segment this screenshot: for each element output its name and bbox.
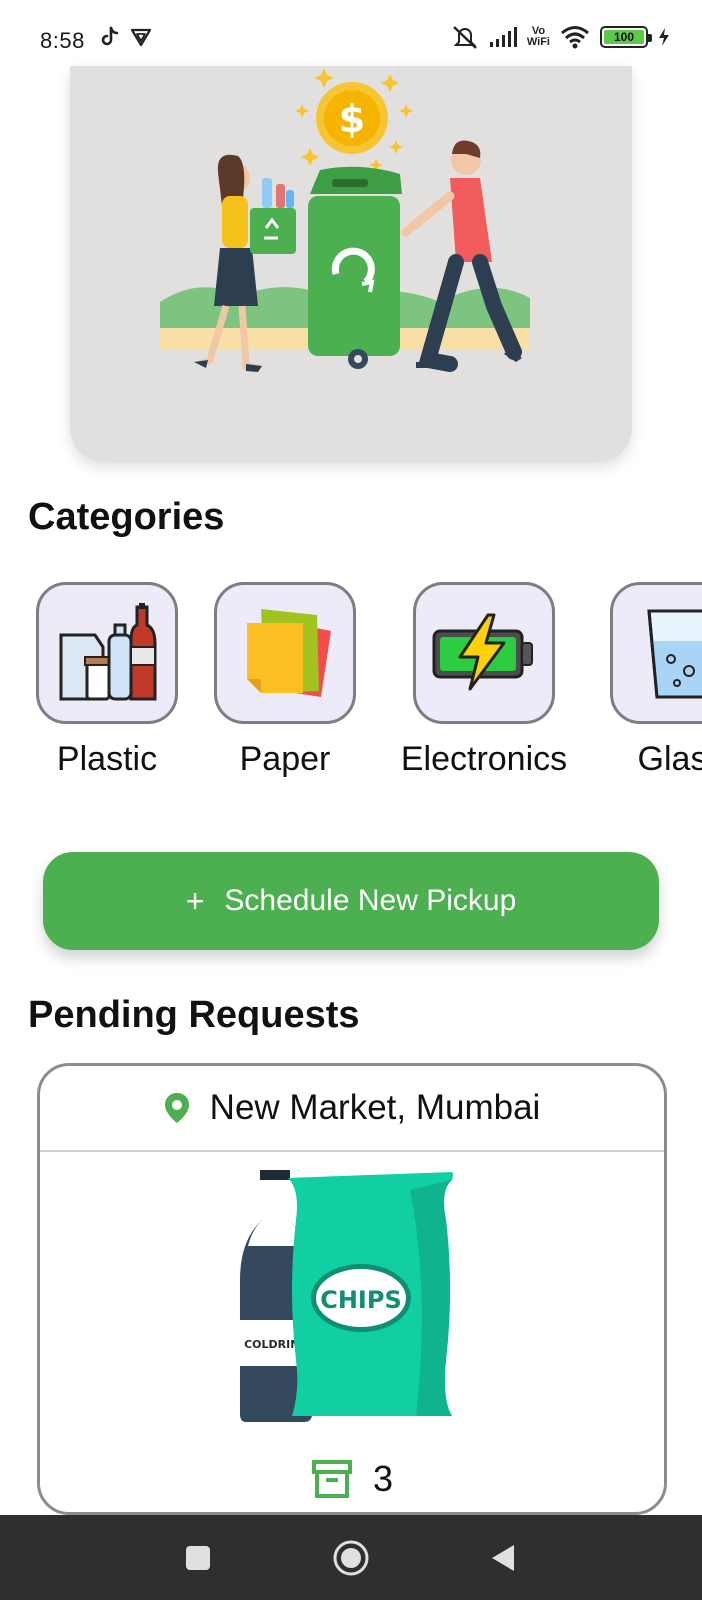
vowifi-label: Vo WiFi (526, 25, 550, 48)
vpn-shield-icon (130, 28, 152, 47)
system-nav-bar (0, 1515, 702, 1600)
tiktok-icon (101, 26, 119, 46)
signal-icon (489, 27, 517, 47)
back-triangle-icon (492, 1544, 514, 1571)
battery-charging-icon (432, 613, 533, 691)
chips-label: CHIPS (320, 1286, 402, 1314)
square-icon (186, 1545, 210, 1570)
mute-icon (453, 26, 477, 49)
schedule-pickup-button[interactable]: + Schedule New Pickup (43, 852, 659, 950)
category-tile[interactable] (36, 582, 178, 724)
recents-button[interactable] (158, 1515, 238, 1600)
status-bar: 8:58 Vo WiFi 100 (0, 0, 702, 72)
water-glass-icon (647, 609, 702, 699)
status-left-icons (100, 26, 152, 48)
waste-items-image: COLDRINK CHIPS (240, 1170, 453, 1422)
category-plastic[interactable]: Plastic (36, 582, 178, 779)
svg-text:$: $ (339, 97, 365, 141)
categories-title: Categories (28, 496, 225, 538)
category-tile[interactable] (610, 582, 702, 724)
card-header: New Market, Mumbai (40, 1066, 664, 1152)
back-button[interactable] (462, 1515, 542, 1600)
category-label: Paper (239, 740, 331, 778)
category-label: Electronics (400, 740, 568, 778)
item-count: 3 (40, 1458, 664, 1500)
battery-level: 100 (604, 30, 644, 44)
category-electronics[interactable]: Electronics (394, 582, 574, 779)
pending-requests-title: Pending Requests (28, 994, 360, 1036)
category-label: Glass (637, 740, 702, 778)
plus-icon: + (185, 882, 205, 919)
status-right-icons: Vo WiFi 100 (451, 24, 670, 50)
item-count-value: 3 (372, 1458, 394, 1499)
schedule-pickup-label: Schedule New Pickup (224, 884, 517, 917)
home-button[interactable] (311, 1515, 391, 1600)
archive-box-icon (311, 1460, 352, 1498)
home-circle-icon (333, 1540, 369, 1575)
category-glass[interactable]: Glass (610, 582, 702, 779)
pending-request-card[interactable]: New Market, Mumbai COLDRINK CHIPS 3 (37, 1063, 667, 1515)
category-paper[interactable]: Paper (214, 582, 356, 779)
categories-list[interactable]: Plastic Paper Electronics Glas (0, 582, 702, 782)
battery-icon: 100 (600, 26, 652, 48)
category-tile[interactable] (214, 582, 356, 724)
hero-banner: $ (70, 66, 632, 462)
charging-icon (659, 28, 669, 46)
wifi-icon (561, 26, 589, 49)
status-time: 8:58 (40, 28, 85, 53)
paper-sheets-icon (247, 609, 331, 697)
category-tile[interactable] (413, 582, 555, 724)
location-pin-icon (164, 1093, 189, 1123)
recycling-illustration: $ (160, 68, 530, 372)
category-label: Plastic (56, 740, 158, 778)
pickup-location: New Market, Mumbai (209, 1088, 541, 1127)
plastic-bottles-icon (59, 603, 157, 701)
